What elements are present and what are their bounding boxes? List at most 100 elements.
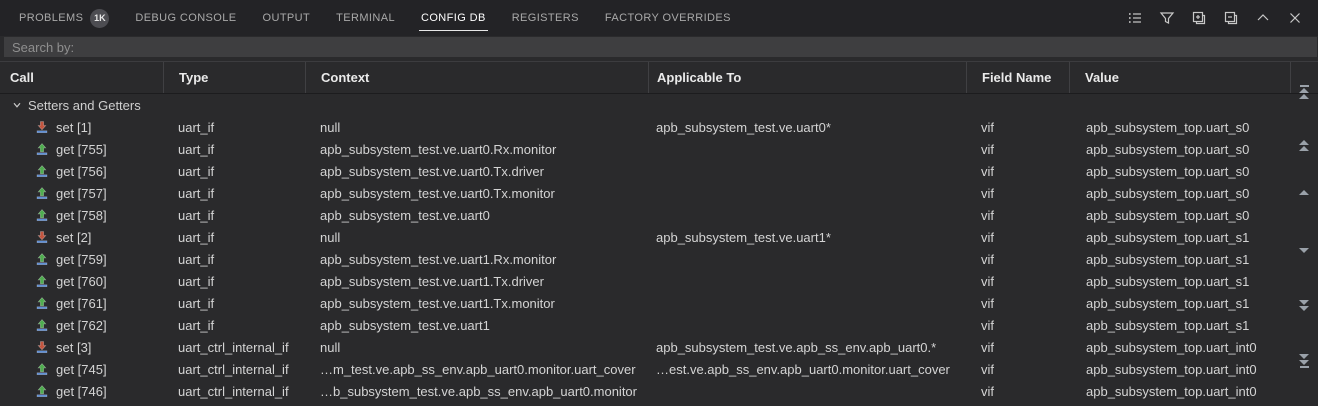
value-cell: apb_subsystem_top.uart_s1	[1086, 317, 1250, 333]
column-header-applicable-to[interactable]: Applicable To	[648, 62, 966, 93]
table-row[interactable]: get [755] uart_if apb_subsystem_test.ve.…	[0, 138, 1318, 160]
call-label: get [760]	[56, 273, 107, 289]
scroll-to-top-icon[interactable]	[1297, 85, 1311, 99]
tab-label: PROBLEMS	[19, 12, 84, 24]
value-cell: apb_subsystem_top.uart_s1	[1086, 251, 1250, 267]
tab-registers[interactable]: REGISTERS	[510, 0, 581, 36]
tab-terminal[interactable]: TERMINAL	[334, 0, 397, 36]
get-arrow-icon	[36, 363, 48, 375]
table-row[interactable]: get [746] uart_ctrl_internal_if …b_subsy…	[0, 380, 1318, 402]
call-label: get [757]	[56, 185, 107, 201]
table-row[interactable]: get [760] uart_if apb_subsystem_test.ve.…	[0, 270, 1318, 292]
field-name-cell: vif	[981, 163, 994, 179]
type-cell: uart_if	[178, 119, 215, 135]
type-cell: uart_if	[178, 273, 215, 289]
context-cell: …m_test.ve.apb_ss_env.apb_uart0.monitor.…	[320, 361, 636, 377]
get-arrow-icon	[36, 319, 48, 331]
value-cell: apb_subsystem_top.uart_s1	[1086, 273, 1250, 289]
type-cell: uart_if	[178, 185, 215, 201]
context-cell: …b_subsystem_test.ve.apb_ss_env.apb_uart…	[320, 383, 637, 399]
table-row[interactable]: get [756] uart_if apb_subsystem_test.ve.…	[0, 160, 1318, 182]
get-arrow-icon	[36, 143, 48, 155]
scroll-down-icon[interactable]	[1297, 248, 1311, 253]
field-name-cell: vif	[981, 361, 994, 377]
context-cell: apb_subsystem_test.ve.uart0.Tx.driver	[320, 163, 544, 179]
call-label: get [758]	[56, 207, 107, 223]
chevron-up-icon[interactable]	[1254, 9, 1272, 27]
call-label: get [762]	[56, 317, 107, 333]
tab-label: DEBUG CONSOLE	[135, 12, 237, 24]
type-cell: uart_if	[178, 141, 215, 157]
table-row[interactable]: get [762] uart_if apb_subsystem_test.ve.…	[0, 314, 1318, 336]
tab-debug-console[interactable]: DEBUG CONSOLE	[133, 0, 238, 36]
value-cell: apb_subsystem_top.uart_s1	[1086, 295, 1250, 311]
call-label: get [746]	[56, 383, 107, 399]
value-cell: apb_subsystem_top.uart_int0	[1086, 339, 1257, 355]
fast-scroll-up-icon[interactable]	[1297, 140, 1311, 151]
tab-output[interactable]: OUTPUT	[261, 0, 313, 36]
table-row[interactable]: get [757] uart_if apb_subsystem_test.ve.…	[0, 182, 1318, 204]
tab-factory-overrides[interactable]: FACTORY OVERRIDES	[603, 0, 733, 36]
tab-list: PROBLEMS 1K DEBUG CONSOLE OUTPUT TERMINAL CON…	[6, 0, 1126, 36]
context-cell: null	[320, 119, 341, 135]
table-row[interactable]: set [3] uart_ctrl_internal_if null apb_s…	[0, 336, 1318, 358]
field-name-cell: vif	[981, 141, 994, 157]
column-header-field-name[interactable]: Field Name	[966, 62, 1069, 93]
filter-icon[interactable]	[1158, 9, 1176, 27]
column-header-type[interactable]: Type	[163, 62, 305, 93]
field-name-cell: vif	[981, 317, 994, 333]
value-cell: apb_subsystem_top.uart_s0	[1086, 141, 1250, 157]
scroll-nav-strip	[1290, 0, 1318, 406]
get-arrow-icon	[36, 209, 48, 221]
context-cell: apb_subsystem_test.ve.uart0.Tx.monitor	[320, 185, 555, 201]
tab-label: TERMINAL	[336, 12, 395, 24]
restore-windows-icon[interactable]	[1222, 9, 1240, 27]
list-view-icon[interactable]	[1126, 9, 1144, 27]
field-name-cell: vif	[981, 185, 994, 201]
context-cell: apb_subsystem_test.ve.uart0	[320, 207, 490, 223]
set-arrow-icon	[36, 341, 48, 353]
call-label: get [761]	[56, 295, 107, 311]
table-row[interactable]: get [745] uart_ctrl_internal_if …m_test.…	[0, 358, 1318, 380]
field-name-cell: vif	[981, 251, 994, 267]
field-name-cell: vif	[981, 119, 994, 135]
type-cell: uart_if	[178, 317, 215, 333]
applicable-to-cell: apb_subsystem_test.ve.uart0*	[656, 119, 831, 135]
context-cell: apb_subsystem_test.ve.uart1.Tx.driver	[320, 273, 544, 289]
search-input[interactable]	[4, 37, 1317, 57]
tab-problems[interactable]: PROBLEMS 1K	[17, 0, 111, 36]
value-cell: apb_subsystem_top.uart_int0	[1086, 383, 1257, 399]
scroll-to-bottom-icon[interactable]	[1297, 354, 1311, 368]
column-header-context[interactable]: Context	[305, 62, 648, 93]
panel-tab-bar: PROBLEMS 1K DEBUG CONSOLE OUTPUT TERMINAL CON…	[0, 0, 1318, 36]
get-arrow-icon	[36, 385, 48, 397]
type-cell: uart_if	[178, 229, 215, 245]
field-name-cell: vif	[981, 207, 994, 223]
value-cell: apb_subsystem_top.uart_s0	[1086, 185, 1250, 201]
call-label: set [1]	[56, 119, 92, 135]
table-row[interactable]: get [758] uart_if apb_subsystem_test.ve.…	[0, 204, 1318, 226]
get-arrow-icon	[36, 253, 48, 265]
group-row-setters-and-getters[interactable]: Setters and Getters	[0, 94, 1318, 116]
new-window-plus-icon[interactable]	[1190, 9, 1208, 27]
table-row[interactable]: set [2] uart_if null apb_subsystem_test.…	[0, 226, 1318, 248]
type-cell: uart_ctrl_internal_if	[178, 361, 289, 377]
tab-label: FACTORY OVERRIDES	[604, 12, 731, 24]
value-cell: apb_subsystem_top.uart_int0	[1086, 361, 1257, 377]
table-body: Setters and Getters set [1] uart_if null…	[0, 94, 1318, 402]
applicable-to-cell: apb_subsystem_test.ve.uart1*	[656, 229, 831, 245]
column-header-value[interactable]: Value	[1069, 62, 1291, 93]
field-name-cell: vif	[981, 339, 994, 355]
table-row[interactable]: get [759] uart_if apb_subsystem_test.ve.…	[0, 248, 1318, 270]
scroll-up-icon[interactable]	[1297, 190, 1311, 195]
fast-scroll-down-icon[interactable]	[1297, 300, 1311, 311]
tab-config-db[interactable]: CONFIG DB	[418, 0, 488, 36]
problems-count-badge: 1K	[90, 8, 110, 28]
applicable-to-cell: apb_subsystem_test.ve.apb_ss_env.apb_uar…	[656, 339, 937, 355]
value-cell: apb_subsystem_top.uart_s1	[1086, 229, 1250, 245]
call-label: get [745]	[56, 361, 107, 377]
table-row[interactable]: set [1] uart_if null apb_subsystem_test.…	[0, 116, 1318, 138]
table-header: Call Type Context Applicable To Field Na…	[0, 61, 1318, 94]
table-row[interactable]: get [761] uart_if apb_subsystem_test.ve.…	[0, 292, 1318, 314]
column-header-call[interactable]: Call	[0, 62, 163, 93]
